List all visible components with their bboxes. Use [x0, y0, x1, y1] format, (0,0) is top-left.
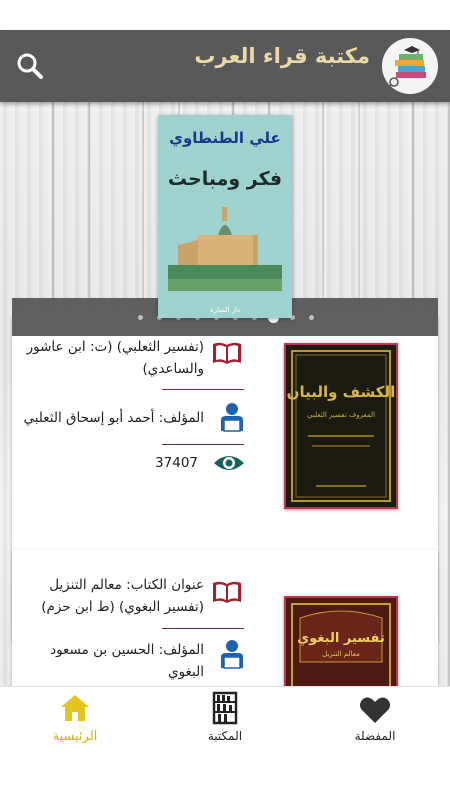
- book-author: المؤلف: أحمد أبو إسحاق الثعلبي: [23, 410, 204, 426]
- book-author-line: البغوي: [168, 664, 204, 680]
- home-icon: [61, 695, 89, 721]
- book-title-line: والساعدي): [142, 361, 204, 377]
- book-author-line: المؤلف: الحسين بن مسعود: [50, 642, 204, 658]
- divider: [162, 389, 244, 390]
- open-book-icon: [210, 336, 244, 370]
- search-button[interactable]: [14, 50, 46, 82]
- book-cover[interactable]: الكشف والبيان المعروف تفسير الثعلبي: [284, 343, 398, 509]
- banner-publisher: دار المنارة: [210, 306, 240, 314]
- app-logo: [382, 38, 438, 94]
- bookshelf-icon: [212, 691, 238, 725]
- banner-cover-art: علي الطنطاوي فكر ومباحث دار المنارة: [168, 129, 282, 314]
- book-title-line: (تفسير البغوي) (ط ابن حزم): [41, 599, 204, 615]
- view-count: 37407: [155, 455, 198, 471]
- open-book-icon: [210, 575, 244, 609]
- divider: [162, 444, 244, 445]
- nav-library[interactable]: المكتبة: [150, 687, 300, 763]
- banner-book-cover[interactable]: علي الطنطاوي فكر ومباحث دار المنارة: [158, 115, 292, 318]
- nav-favorites[interactable]: المفضلة: [300, 687, 450, 763]
- book-cover[interactable]: تفسير البغوي معالم التنزيل: [284, 596, 398, 686]
- nav-home[interactable]: الرئيسية: [0, 687, 150, 763]
- status-bar: [0, 0, 450, 30]
- nav-library-label: المكتبة: [207, 729, 243, 743]
- book-cover-art: الكشف والبيان المعروف تفسير الثعلبي: [287, 350, 396, 502]
- nav-favorites-label: المفضلة: [354, 729, 396, 743]
- search-icon: [17, 53, 43, 79]
- reader-icon: [215, 638, 249, 672]
- divider: [162, 628, 244, 629]
- book-cover-art: تفسير البغوي معالم التنزيل: [291, 603, 391, 686]
- book-card[interactable]: تفسير البغوي معالم التنزيل عنوان الكتاب:…: [12, 550, 438, 686]
- reader-icon: [215, 401, 249, 435]
- app-title: مكتبة قراء العرب: [194, 44, 370, 68]
- book-title-line: (تفسير الثعلبي) (ت: ابن عاشور: [26, 339, 204, 355]
- banner-author: علي الطنطاوي: [169, 129, 281, 148]
- system-navigation-bar: [0, 762, 450, 800]
- cover-title: تفسير البغوي: [297, 631, 384, 646]
- bottom-navigation: الرئيسية المكتبة المفضلة: [0, 686, 450, 763]
- heart-icon: [360, 697, 390, 723]
- book-title-line: عنوان الكتاب: معالم التنزيل: [49, 577, 204, 593]
- main-content[interactable]: الكشف والبيان المعروف تفسير الثعلبي (تفس…: [0, 102, 450, 686]
- books-logo-icon: [387, 46, 426, 90]
- eye-icon: [212, 446, 246, 480]
- cover-title: الكشف والبيان: [287, 383, 396, 401]
- app-bar: مكتبة قراء العرب: [0, 30, 450, 102]
- cover-subtitle: المعروف تفسير الثعلبي: [307, 411, 375, 419]
- pager-dot[interactable]: [138, 315, 143, 320]
- cover-subtitle: معالم التنزيل: [322, 650, 360, 658]
- banner-title: فكر ومباحث: [168, 168, 282, 190]
- nav-home-label: الرئيسية: [52, 729, 98, 744]
- pager-dot[interactable]: [309, 315, 314, 320]
